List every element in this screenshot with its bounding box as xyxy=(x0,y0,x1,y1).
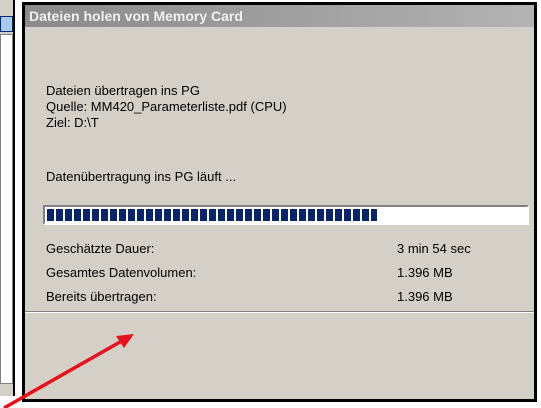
status-text: Datenübertragung ins PG läuft ... xyxy=(46,169,237,184)
dialog-titlebar[interactable]: Dateien holen von Memory Card xyxy=(25,5,534,27)
background-window-pane xyxy=(0,34,13,384)
estimated-duration-label: Geschätzte Dauer: xyxy=(46,241,155,256)
progress-bar xyxy=(43,205,529,225)
transfer-description: Dateien übertragen ins PG xyxy=(46,83,200,98)
source-label: Quelle: MM420_Parameterliste.pdf (CPU) xyxy=(46,99,287,114)
button-area-separator xyxy=(25,311,534,313)
target-label: Ziel: D:\T xyxy=(46,115,99,130)
total-volume-label: Gesamtes Datenvolumen: xyxy=(46,265,197,280)
transferred-value: 1.396 MB xyxy=(397,289,453,304)
progress-fill xyxy=(47,209,377,221)
transferred-label: Bereits übertragen: xyxy=(46,289,157,304)
total-volume-value: 1.396 MB xyxy=(397,265,453,280)
background-window-titlebar xyxy=(0,16,13,32)
background-window xyxy=(0,0,15,396)
transfer-dialog: Dateien holen von Memory Card Dateien üb… xyxy=(22,2,537,402)
estimated-duration-value: 3 min 54 sec xyxy=(397,241,471,256)
